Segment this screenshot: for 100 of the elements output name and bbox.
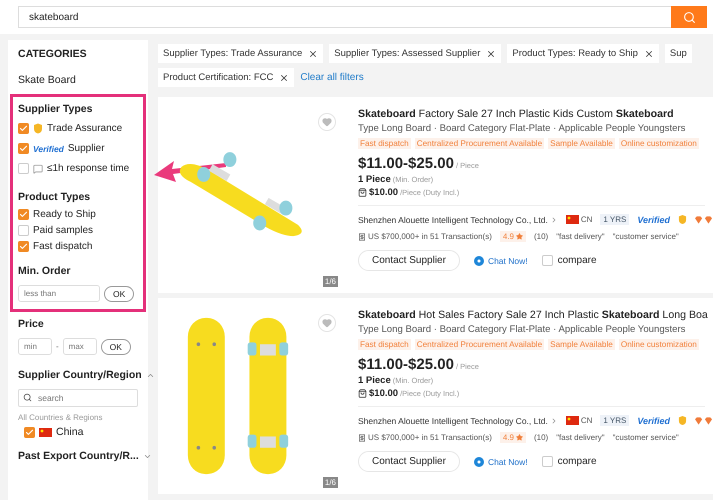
verified-logo: Verified [33,144,64,154]
compare-label: compare [558,255,597,266]
supplier-link[interactable]: Shenzhen Alouette Intelligent Technology Co., Ltd. [358,416,558,426]
receipt-icon [358,434,366,442]
search-icon [23,393,32,402]
shield-icon [678,214,688,225]
bag-icon [358,188,367,197]
option-label: Trade Assurance [47,123,122,134]
country-search-field[interactable]: search [18,389,138,407]
contact-supplier-button[interactable]: Contact Supplier [358,250,460,271]
checkbox[interactable] [18,163,29,174]
image-counter: 1/6 [322,477,338,488]
filter-chip[interactable]: Product Types: Ready to Ship [507,44,659,63]
flag-icon [39,428,52,436]
years-badge: 1 YRS [600,214,630,225]
price: $11.00-$25.00 [358,356,454,373]
compare-label: compare [558,456,597,467]
option-label: Paid samples [33,225,94,236]
query-field[interactable]: skateboard [18,6,671,28]
heart-icon [322,318,332,328]
chat-now-link[interactable]: Chat Now! [474,456,528,466]
review-tag: "customer service" [612,232,679,241]
clear-filters-link[interactable]: Clear all filters [300,72,364,83]
product-tag: Centralized Procurement Available [414,138,544,149]
receipt-icon [358,232,366,240]
diamonds-icon [695,416,713,424]
category-link[interactable]: Skate Board [10,74,146,86]
max-price-field[interactable]: max [62,338,97,355]
years-badge: 1 YRS [600,415,630,426]
close-icon[interactable] [486,48,496,58]
product-tag: Fast dispatch [358,138,411,149]
diamonds-icon [695,216,713,224]
review-tag: "fast delivery" [556,433,605,442]
bag-icon [358,389,367,398]
verified-logo: Verified [637,214,670,224]
option-label: China [56,426,84,438]
checkbox[interactable] [24,426,35,438]
product-tag: Sample Available [548,138,615,149]
option-label: Fast dispatch [33,241,92,252]
checkbox[interactable] [18,241,29,252]
min-order-field[interactable]: less than [18,285,100,302]
transactions: US $700,000+ in 51 Transaction(s) [358,433,492,442]
shield-icon [678,415,688,426]
supplier-link[interactable]: Shenzhen Alouette Intelligent Technology Co., Ltd. [358,214,558,224]
ok-button[interactable]: OK [104,286,134,302]
product-attributes: Type Long Board · Board Category Flat-Plate · Applicable People Youngsters [358,123,686,134]
product-title[interactable]: Skateboard Hot Sales Factory Sale 27 Inch Plastic Skateboard Long Boa [358,309,713,321]
contact-supplier-button[interactable]: Contact Supplier [358,451,460,472]
all-countries-label: All Countries & Regions [17,413,104,422]
favorite-button[interactable] [318,314,336,332]
section-title: Product Types [18,191,92,203]
chat-bubble-icon [474,456,484,466]
product-tag: Online customization [618,339,699,350]
checkbox[interactable] [18,209,29,220]
review-tag: "customer service" [612,433,679,442]
country-code: CN [566,215,592,224]
section-header[interactable]: Supplier Country/Region [18,369,142,381]
min-price-field[interactable]: min [18,338,52,355]
min-order-quantity: 1 Piece [358,174,391,185]
close-icon[interactable] [279,72,290,82]
search-icon [682,10,696,24]
flag-icon [566,215,579,224]
checkbox[interactable] [542,456,553,467]
filter-chip[interactable]: Product Certification: FCC [158,68,294,87]
product-tag: Centralized Procurement Available [414,339,544,350]
chat-icon [33,164,43,174]
section-header[interactable]: Past Export Country/R... [18,450,139,462]
review-count: (10) [534,433,548,442]
heart-icon [322,117,332,127]
option-label: ≤1h response time [47,163,130,174]
checkbox[interactable] [18,123,29,134]
section-title: Price [17,318,45,330]
chat-now-link[interactable]: Chat Now! [474,256,528,266]
product-title[interactable]: Skateboard Factory Sale 27 Inch Plastic Kids Custom Skateboard [358,108,713,120]
duty-price: $10.00 [369,388,398,399]
section-title: Supplier Types [18,103,94,115]
verified-logo: Verified [637,416,670,426]
duty-price: $10.00 [369,187,398,198]
image-counter: 1/6 [322,276,338,287]
transactions: US $700,000+ in 51 Transaction(s) [358,232,492,241]
checkbox[interactable] [18,225,29,236]
flag-icon [566,416,579,425]
min-order-quantity: 1 Piece [358,375,391,386]
country-code: CN [566,416,592,425]
close-icon[interactable] [308,48,318,58]
range-separator: - [56,342,59,351]
ok-button[interactable]: OK [100,338,131,354]
filter-chip[interactable]: Supplier Types: Assessed Supplier [329,44,502,63]
search-button[interactable] [671,6,707,28]
rating: 4.9 [500,432,526,443]
section-title: CATEGORIES [17,48,88,60]
rating: 4.9 [500,231,526,242]
option-label: Supplier [68,143,105,154]
favorite-button[interactable] [318,113,336,131]
filter-chip[interactable]: Supplier Types: Trade Assurance [158,44,324,63]
filter-chip[interactable]: Sup [664,44,692,63]
checkbox[interactable] [542,255,553,266]
checkbox[interactable] [18,143,29,154]
close-icon[interactable] [644,48,654,58]
review-count: (10) [534,232,548,241]
